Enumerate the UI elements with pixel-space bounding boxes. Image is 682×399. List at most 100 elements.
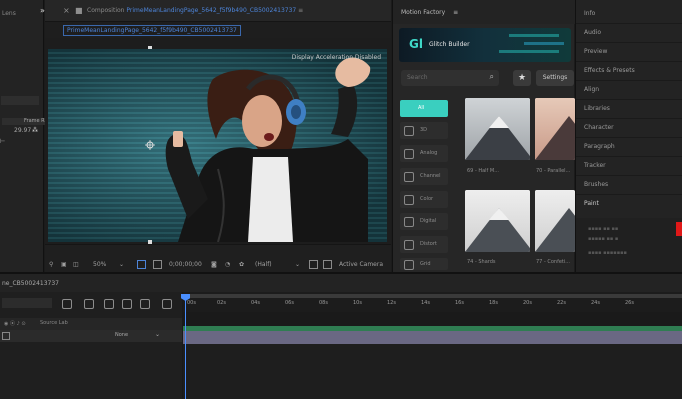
preset-thumbnail[interactable]	[535, 98, 575, 160]
distort-icon	[404, 240, 414, 250]
category-color[interactable]: Color	[400, 191, 448, 208]
enable-frame-blending-icon[interactable]	[84, 299, 94, 309]
category-3d[interactable]: 3D	[400, 122, 448, 139]
transparency-grid-icon[interactable]	[153, 260, 162, 269]
network-icon[interactable]: ⁂	[32, 127, 38, 134]
panel-expand-icon[interactable]: »	[40, 6, 45, 15]
layer-visibility-icon[interactable]	[2, 332, 10, 340]
playhead-line[interactable]	[185, 294, 186, 399]
favorites-star-icon[interactable]: ★	[513, 70, 531, 86]
camera-snapshot-icon[interactable]: ◙	[211, 261, 217, 268]
show-snapshot-icon[interactable]: ▣	[61, 261, 67, 268]
category-digital[interactable]: Digital	[400, 213, 448, 230]
toggle-pixel-icon[interactable]	[323, 260, 332, 269]
paint-color-swatch[interactable]	[676, 222, 682, 236]
composition-tab[interactable]: PrimeMeanLandingPage_5642_f5f9b490_CB500…	[63, 25, 241, 36]
lock-icon[interactable]: ■	[75, 6, 83, 15]
timeline-comp-tab[interactable]: ne_CB5002413737	[2, 280, 59, 287]
snapshot-icon[interactable]: ⚲	[49, 261, 53, 268]
time-tick: 00s	[187, 300, 196, 306]
graph-editor-icon[interactable]	[122, 299, 132, 309]
source-name-column[interactable]: Source Lab	[40, 320, 68, 326]
footage-frame[interactable]: Display Acceleration Disabled	[48, 49, 387, 242]
motion-factory-title: Motion Factory ≡	[401, 9, 458, 16]
category-label: Grid	[420, 261, 431, 267]
time-tick: 16s	[455, 300, 464, 306]
time-tick: 06s	[285, 300, 294, 306]
panel-audio[interactable]: Audio	[576, 23, 682, 43]
panel-preview[interactable]: Preview	[576, 42, 682, 62]
cube-icon	[404, 126, 414, 136]
mountain	[535, 208, 575, 252]
panel-label: Paragraph	[584, 143, 615, 150]
mountain	[535, 116, 575, 160]
menu-icon[interactable]: ≡	[453, 9, 458, 16]
panel-tracker[interactable]: Tracker	[576, 156, 682, 176]
draft-3d-icon[interactable]	[140, 299, 150, 309]
panel-label: Effects & Presets	[584, 67, 635, 74]
zoom-dropdown[interactable]: 50%	[93, 261, 106, 268]
frame-rate-number: 29.97	[14, 127, 32, 134]
work-area-bar[interactable]	[183, 294, 682, 298]
panel-info[interactable]: Info	[576, 4, 682, 24]
timecode[interactable]: 0;00;00;00	[169, 261, 202, 268]
color-channel-icon[interactable]: ◔	[225, 261, 230, 268]
category-analog[interactable]: Analog	[400, 145, 448, 162]
panel-paragraph[interactable]: Paragraph	[576, 137, 682, 157]
composition-label: Composition	[87, 7, 125, 14]
motion-blur-icon[interactable]	[104, 299, 114, 309]
panel-effects-presets[interactable]: Effects & Presets	[576, 61, 682, 81]
settings-button[interactable]: Settings	[536, 70, 574, 86]
timeline-search[interactable]	[2, 298, 52, 308]
resolution-chevron-icon[interactable]: ⌄	[295, 261, 300, 268]
comp-marker-icon[interactable]	[162, 299, 172, 309]
composition-viewer[interactable]: Display Acceleration Disabled	[45, 38, 391, 244]
preset-label: 69 - Half M...	[467, 168, 499, 174]
anchor-point-icon[interactable]	[145, 140, 155, 150]
panel-libraries[interactable]: Libraries	[576, 99, 682, 119]
menu-icon[interactable]: ≡	[298, 7, 303, 14]
category-all[interactable]: All	[400, 100, 448, 117]
show-channel-icon[interactable]: ✿	[239, 261, 244, 268]
region-icon[interactable]: ◫	[73, 261, 79, 268]
grid-icon	[404, 260, 414, 270]
project-search[interactable]	[1, 96, 39, 105]
panel-align[interactable]: Align	[576, 80, 682, 100]
panel-character[interactable]: Character	[576, 118, 682, 138]
timeline-empty-area	[183, 344, 682, 399]
motion-factory-title-text: Motion Factory	[401, 9, 446, 16]
layer-bar[interactable]	[183, 331, 682, 344]
display-acceleration-notice: Display Acceleration Disabled	[291, 54, 381, 61]
motion-factory-search[interactable]: Search ⌕	[401, 70, 499, 86]
preset-thumbnail[interactable]	[465, 98, 530, 160]
preset-thumbnail[interactable]	[465, 190, 530, 252]
category-channel[interactable]: Channel	[400, 168, 448, 185]
preset-thumbnail[interactable]	[535, 190, 575, 252]
panel-paint[interactable]: Paint	[576, 194, 682, 213]
composition-title: Composition PrimeMeanLandingPage_5642_f5…	[87, 7, 303, 14]
category-grid[interactable]: Grid	[400, 258, 448, 270]
chevron-down-icon[interactable]: ⌄	[155, 331, 160, 338]
composition-header: » × ■ Composition PrimeMeanLandingPage_5…	[40, 0, 391, 22]
resolution-dropdown[interactable]: (Half)	[255, 261, 272, 268]
shy-icon[interactable]	[62, 299, 72, 309]
motion-factory-panel: Motion Factory ≡ Gl Glitch Builder Searc…	[392, 0, 575, 272]
time-tick: 24s	[591, 300, 600, 306]
close-icon[interactable]: ×	[63, 6, 70, 15]
panel-brushes[interactable]: Brushes	[576, 175, 682, 195]
time-tick: 26s	[625, 300, 634, 306]
search-icon[interactable]: ⌕	[490, 72, 494, 82]
time-ruler[interactable]: 00s 02s 04s 06s 08s 10s 12s 14s 16s 18s …	[183, 292, 682, 312]
parent-dropdown[interactable]: None	[115, 332, 128, 338]
active-camera-dropdown[interactable]: Active Camera	[339, 261, 383, 268]
composition-name[interactable]: PrimeMeanLandingPage_5642_f5f9b490_CB500…	[126, 7, 296, 14]
fast-preview-icon[interactable]	[309, 260, 318, 269]
category-label: All	[418, 105, 425, 111]
category-distort[interactable]: Distort	[400, 236, 448, 253]
layer-row[interactable]: None ⌄	[0, 330, 182, 342]
region-of-interest-icon[interactable]	[137, 260, 146, 269]
glitch-builder-banner[interactable]: Gl Glitch Builder	[399, 28, 571, 62]
motion-factory-header: Motion Factory ≡	[393, 0, 575, 24]
snow-peak	[489, 208, 509, 220]
zoom-chevron-icon[interactable]: ⌄	[119, 261, 124, 268]
